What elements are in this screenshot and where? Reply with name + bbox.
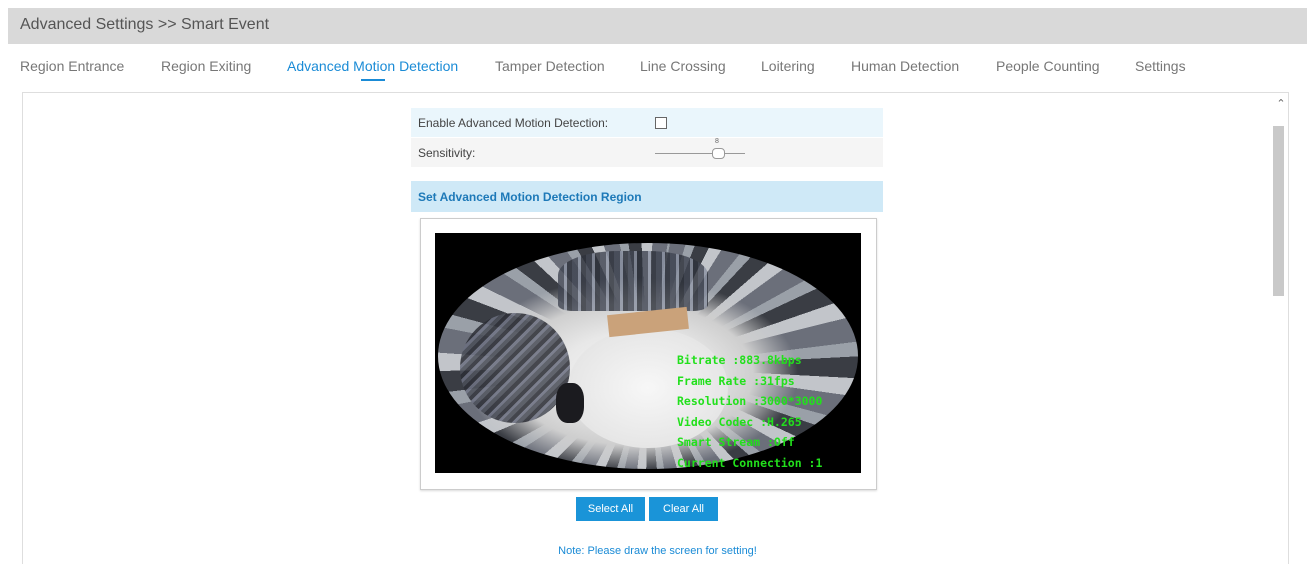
video-preview-canvas[interactable]: Bitrate :883.8kbps Frame Rate :31fps Resol… xyxy=(435,233,861,473)
tab-settings[interactable]: Settings xyxy=(1135,58,1186,74)
region-section-header: Set Advanced Motion Detection Region xyxy=(411,181,883,212)
title-bar: Advanced Settings >> Smart Event xyxy=(8,8,1307,44)
fisheye-detail xyxy=(460,313,570,423)
enable-row: Enable Advanced Motion Detection: xyxy=(411,108,883,137)
sensitivity-value: 8 xyxy=(715,138,719,145)
osd-resolution: Resolution :3000*3000 xyxy=(677,394,823,408)
tab-human-detection[interactable]: Human Detection xyxy=(851,58,959,74)
osd-video-codec: Video Codec :H.265 xyxy=(677,414,802,429)
tab-tamper-detection[interactable]: Tamper Detection xyxy=(495,58,605,74)
sensitivity-label: Sensitivity: xyxy=(418,146,476,160)
tab-advanced-motion-detection[interactable]: Advanced Motion Detection xyxy=(287,58,458,81)
page-title: Advanced Settings >> Smart Event xyxy=(20,16,270,33)
osd-current-connection: Current Connection :1 xyxy=(677,455,823,470)
scrollbar-thumb[interactable] xyxy=(1273,126,1284,296)
tab-loitering[interactable]: Loitering xyxy=(761,58,815,74)
fisheye-detail xyxy=(558,251,708,311)
tab-people-counting[interactable]: People Counting xyxy=(996,58,1100,74)
tab-region-entrance[interactable]: Region Entrance xyxy=(20,58,124,74)
tab-bar: Region Entrance Region Exiting Advanced … xyxy=(0,50,1307,84)
fisheye-detail xyxy=(556,383,584,423)
osd-bitrate: Bitrate :883.8kbps xyxy=(677,353,802,367)
osd-frame-rate: Frame Rate :31fps xyxy=(677,373,795,388)
tab-region-exiting[interactable]: Region Exiting xyxy=(161,58,251,74)
select-all-button[interactable]: Select All xyxy=(576,497,645,521)
osd-overlay: Bitrate :883.8kbps Frame Rate :31fps Resol… xyxy=(677,350,822,473)
sensitivity-row: Sensitivity: 8 xyxy=(411,138,883,167)
clear-all-button[interactable]: Clear All xyxy=(649,497,718,521)
sensitivity-slider-handle[interactable] xyxy=(712,148,725,159)
tab-line-crossing[interactable]: Line Crossing xyxy=(640,58,726,74)
sensitivity-slider-track[interactable] xyxy=(655,153,745,154)
enable-label: Enable Advanced Motion Detection: xyxy=(418,116,609,130)
scroll-up-arrow-icon[interactable]: ⌃ xyxy=(1275,97,1287,111)
osd-smart-stream: Smart Stream :Off xyxy=(677,435,795,449)
enable-checkbox[interactable] xyxy=(655,117,667,129)
region-section-title: Set Advanced Motion Detection Region xyxy=(418,190,642,204)
note-text: Note: Please draw the screen for setting… xyxy=(558,545,757,557)
